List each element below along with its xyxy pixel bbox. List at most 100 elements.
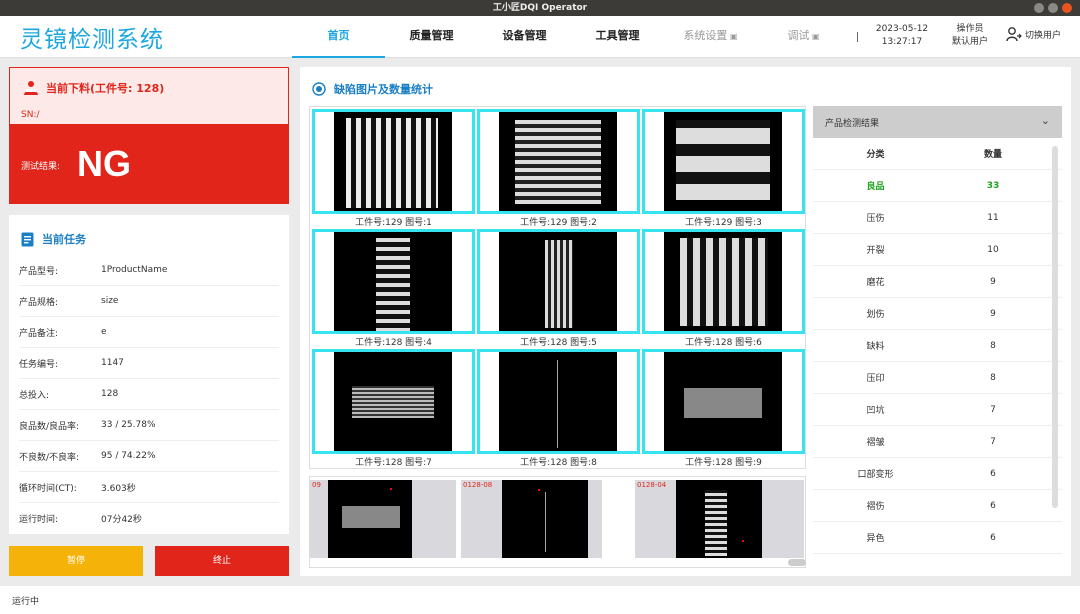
result-label: 测试结果: [21,162,61,172]
nav-label: 系统设置 [683,29,728,42]
inspection-results-table: 产品检测结果 ⌄ 分类 数量 良品 33 压伤 11 开裂 10 磨花 9 划伤 9 缺料… [813,106,1062,576]
row-count: 8 [990,340,996,351]
current-unload-card: 当前下料(工件号: 128) SN:/ 测试结果: NG [9,67,289,204]
row-category: 开裂 [866,246,885,256]
defect-image[interactable] [499,352,617,451]
table-row: 划伤 9 [813,298,1062,330]
task-key: 产品备注: [19,328,59,339]
results-header[interactable]: 产品检测结果 ⌄ [813,106,1062,138]
results-column-headers: 分类 数量 [813,138,1062,170]
task-key: 良品数/良品率: [19,421,80,432]
stripe-pattern [684,388,762,418]
table-row: 开裂 10 [813,234,1062,266]
stripe-pattern [705,490,727,556]
row-count: 9 [990,276,996,287]
nav-item-debug[interactable]: 调试 ▣ [757,16,850,58]
defect-image-caption: 工件号:128 图号:4 [355,338,432,348]
nav-label: 调试 [787,29,810,42]
defect-image-caption: 工件号:129 图号:1 [355,218,432,228]
main-nav: 首页 质量管理 设备管理 工具管理 系统设置 ▣ 调试 ▣ [292,16,850,58]
nav-item-home[interactable]: 首页 [292,16,385,58]
row-count: 33 [986,180,1000,191]
row-category: 异色 [866,534,885,544]
row-count: 7 [990,436,996,447]
defect-image-cell[interactable]: 工件号:128 图号:5 [476,228,641,349]
task-title: 当前任务 [42,233,86,246]
row-category: 压伤 [866,214,885,224]
defect-image-cell[interactable]: 工件号:129 图号:3 [641,108,806,229]
maximize-icon[interactable] [1048,3,1058,13]
defect-image-cell[interactable]: 工件号:128 图号:4 [311,228,476,349]
close-icon[interactable] [1062,3,1072,13]
task-value: e [101,327,107,337]
stripe-pattern [342,506,400,528]
stripe-pattern [680,238,768,326]
table-row: 口部变形 6 [813,458,1062,490]
worker-icon [24,81,38,95]
thumbnail-label: 0128-04 [637,481,667,489]
task-value: 3.603秒 [101,483,136,494]
status-bar: 运行中 [0,586,1080,614]
defect-image-cell[interactable]: 工件号:128 图号:6 [641,228,806,349]
table-row: 褶伤 6 [813,490,1062,522]
defect-image[interactable] [334,112,452,211]
date-text: 2023-05-12 [875,24,929,34]
operator-info: 操作员 默认用户 [946,23,994,49]
defect-image[interactable] [664,232,782,331]
defect-image[interactable] [499,232,617,331]
time-text: 13:27:17 [881,37,923,47]
defect-image-cell[interactable]: 工件号:129 图号:2 [476,108,641,229]
pause-button[interactable]: 暂停 [9,546,143,576]
task-value: 128 [101,389,119,399]
task-value: 1147 [101,358,124,368]
switch-user-label: 切换用户 [1025,30,1062,41]
defect-image-caption: 工件号:128 图号:9 [685,458,762,468]
stop-button[interactable]: 终止 [155,546,289,576]
nav-label: 首页 [327,29,350,42]
horizontal-scrollbar[interactable] [788,559,806,566]
defect-image[interactable] [664,112,782,211]
row-count: 10 [987,244,999,255]
column-category: 分类 [866,150,885,160]
vertical-scrollbar[interactable] [1052,146,1058,508]
task-key: 产品规格: [19,297,59,308]
table-row: 压伤 11 [813,202,1062,234]
row-count: 6 [990,468,996,479]
nav-item-tools[interactable]: 工具管理 [571,16,664,58]
row-category: 口部变形 [857,470,894,480]
defect-image[interactable] [664,352,782,451]
nav-label: 设备管理 [502,29,547,42]
defect-image-cell[interactable]: 工件号:128 图号:8 [476,348,641,469]
defect-image-cell[interactable]: 工件号:128 图号:7 [311,348,476,469]
defect-image-cell[interactable]: 工件号:128 图号:9 [641,348,806,469]
defect-image[interactable] [334,352,452,451]
task-value: size [101,296,119,306]
table-row: 褶皱 7 [813,426,1062,458]
task-row-good-rate: 良品数/良品率: 33 / 25.78% [19,410,279,441]
nav-item-settings[interactable]: 系统设置 ▣ [664,16,757,58]
task-row-model: 产品型号: 1ProductName [19,255,279,286]
nav-item-equipment[interactable]: 设备管理 [478,16,571,58]
thumbnail[interactable]: 0128-04 [635,480,804,558]
stripe-pattern [515,120,601,204]
defect-image[interactable] [334,232,452,331]
task-key: 产品型号: [19,266,59,277]
document-icon [21,232,34,246]
task-value: 33 / 25.78% [101,420,156,430]
row-category: 凹坑 [866,406,885,416]
thumbnail[interactable]: 09 [310,480,456,558]
minimize-icon[interactable] [1034,3,1044,13]
defect-image[interactable] [499,112,617,211]
chevron-down-icon[interactable]: ⌄ [1041,114,1050,127]
table-row: 压印 8 [813,362,1062,394]
nav-item-quality[interactable]: 质量管理 [385,16,478,58]
operator-name: 默认用户 [951,37,988,47]
switch-user-button[interactable]: 切换用户 [1006,26,1061,42]
defect-image-cell[interactable]: 工件号:129 图号:1 [311,108,476,229]
run-status: 运行中 [12,597,40,607]
datetime: 2023-05-12 13:27:17 [870,23,934,49]
app-header: 灵镜检测系统 首页 质量管理 设备管理 工具管理 系统设置 ▣ 调试 ▣ 202… [0,16,1080,58]
row-count: 6 [990,532,996,543]
user-switch-icon [1006,27,1022,42]
thumbnail[interactable]: 0128-08 [461,480,602,558]
